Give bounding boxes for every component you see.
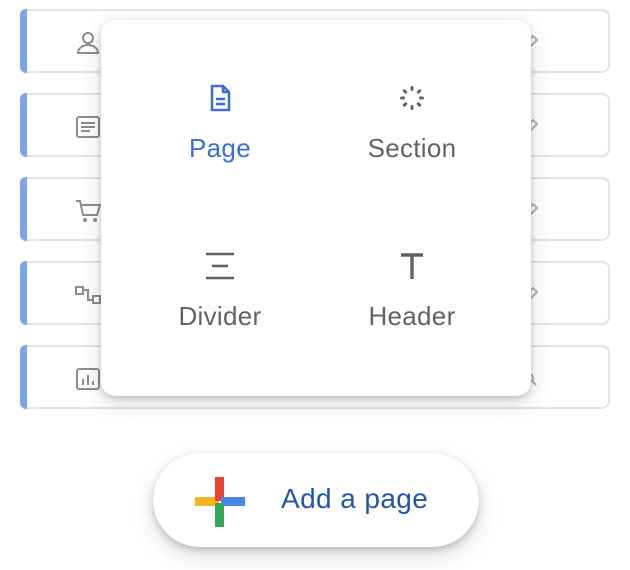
divider-icon (206, 252, 234, 280)
page-icon (210, 84, 231, 112)
section-icon (400, 86, 424, 110)
analytics-icon (76, 368, 100, 390)
document-lines-icon (76, 116, 100, 138)
item-accent-bar (20, 345, 27, 409)
item-accent-bar (20, 261, 27, 325)
insert-menu: Page Section Divider Header (101, 20, 531, 396)
header-icon (401, 253, 423, 279)
cart-icon (76, 200, 102, 222)
flow-icon (75, 286, 101, 304)
contacts-icon (76, 32, 100, 54)
add-page-label: Add a page (281, 483, 429, 514)
insert-section-label: Section (367, 133, 457, 163)
insert-header-label: Header (368, 301, 456, 331)
insert-section-option[interactable]: Section (312, 20, 512, 170)
item-accent-bar (20, 177, 27, 241)
insert-page-option[interactable]: Page (120, 20, 320, 170)
item-accent-bar (20, 93, 27, 157)
add-page-button[interactable]: Add a page (153, 453, 479, 547)
insert-page-label: Page (189, 133, 251, 163)
google-plus-icon (195, 477, 245, 527)
item-accent-bar (20, 9, 27, 73)
insert-divider-label: Divider (178, 301, 262, 331)
insert-header-option[interactable]: Header (312, 188, 512, 338)
insert-divider-option[interactable]: Divider (120, 188, 320, 338)
